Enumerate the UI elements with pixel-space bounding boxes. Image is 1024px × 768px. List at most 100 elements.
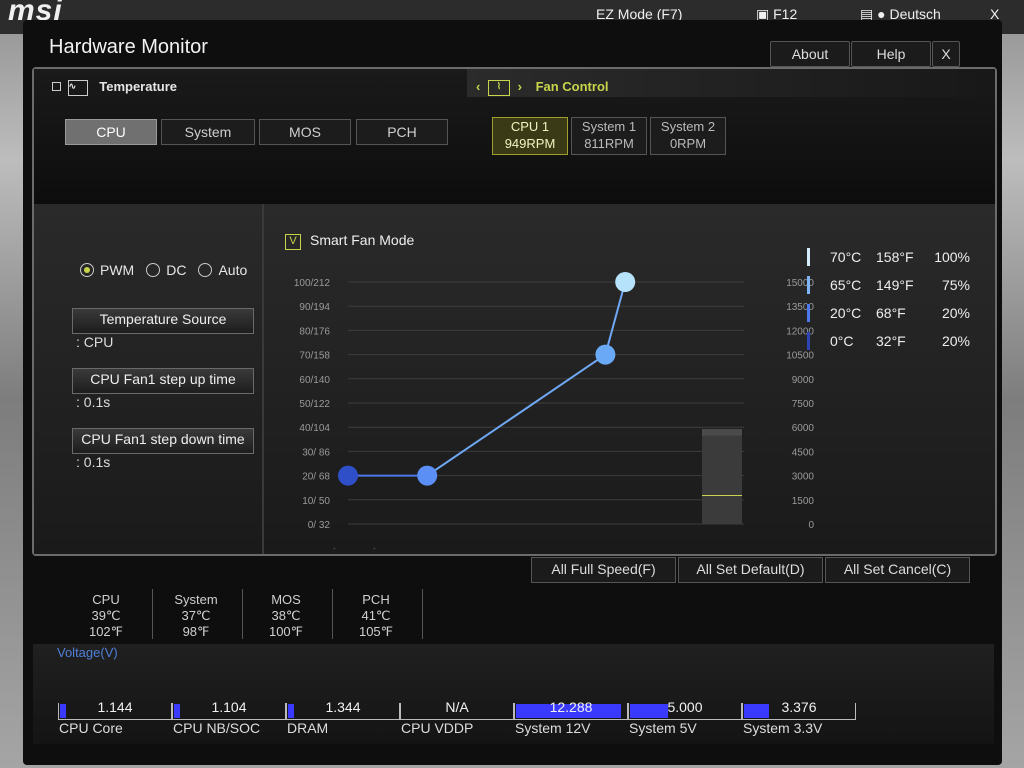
- voltage-title: Voltage(V): [57, 645, 118, 660]
- legend-row: 0°C 32°F 20%: [807, 332, 970, 350]
- legend-c: 65°C: [830, 277, 862, 293]
- fan-settings-area: PWM DC Auto Temperature Source : CPU CPU…: [34, 204, 995, 554]
- legend-f: 32°F: [876, 333, 906, 349]
- voltage-bar: 3.376: [742, 699, 856, 720]
- curve-point[interactable]: [417, 465, 438, 486]
- about-button[interactable]: About: [770, 41, 850, 67]
- legend-pct: 100%: [934, 249, 970, 265]
- tab-mos[interactable]: MOS: [259, 119, 351, 145]
- fan-tab-cpu1[interactable]: CPU 1 949RPM: [492, 117, 568, 155]
- rpm-gauge-fill: [702, 429, 742, 436]
- fan-tab-name: System 1: [581, 119, 637, 134]
- voltage-bar: 5.000: [628, 699, 742, 720]
- voltage-value: 5.000: [667, 699, 703, 715]
- window-title: Hardware Monitor: [49, 36, 208, 58]
- temp-summary-c: 37℃: [181, 608, 211, 623]
- radio-dc-label: DC: [166, 262, 187, 278]
- curve-segment: [604, 281, 627, 355]
- temp-summary-mos: MOS 38℃ 100℉: [243, 592, 329, 640]
- voltage-label: CPU Core: [59, 720, 123, 736]
- voltage-bar: 1.144: [58, 699, 172, 720]
- right-tick-label: 1500: [792, 496, 815, 507]
- temp-summary-c: 38℃: [271, 608, 301, 623]
- legend-pct: 20%: [941, 305, 970, 321]
- voltage-value: 12.288: [549, 699, 593, 715]
- left-tick-label: 0/ 32: [308, 520, 331, 531]
- axis-units: 🌡 (℃)🌡 (℉)✤ (RPM): [328, 548, 400, 549]
- all-set-cancel-button[interactable]: All Set Cancel(C): [825, 557, 970, 583]
- fan-tab-system2[interactable]: System 2 0RPM: [650, 117, 726, 155]
- hardware-monitor-window: Hardware Monitor About Help X ∿ Temperat…: [23, 20, 1002, 765]
- tab-system[interactable]: System: [161, 119, 255, 145]
- left-tick-label: 20/ 68: [302, 472, 330, 483]
- left-tick-label: 40/104: [299, 423, 330, 434]
- temp-summary-pch: PCH 41℃ 105℉: [333, 592, 419, 640]
- legend-c: 70°C: [830, 249, 862, 265]
- right-tick-label: 0: [808, 520, 814, 531]
- temperature-title: Temperature: [99, 79, 178, 94]
- curve-point[interactable]: [595, 344, 616, 365]
- legend-c: 0°C: [830, 333, 854, 349]
- legend-color-bar: [807, 304, 810, 322]
- temperature-source-value: : CPU: [76, 334, 114, 350]
- all-full-speed-button[interactable]: All Full Speed(F): [531, 557, 676, 583]
- chevron-left-icon[interactable]: ‹: [476, 79, 480, 94]
- radio-dc[interactable]: [146, 263, 161, 277]
- temp-summary-c: 41℃: [361, 608, 391, 623]
- fan-tab-rpm: 0RPM: [669, 136, 707, 151]
- fan-tab-system1[interactable]: System 1 811RPM: [571, 117, 647, 155]
- temp-summary-cpu: CPU 39℃ 102℉: [63, 592, 149, 640]
- temp-summary-label: MOS: [271, 592, 301, 607]
- fan-tab-rpm: 811RPM: [584, 136, 634, 151]
- smart-fan-checkbox[interactable]: V: [285, 234, 301, 250]
- temp-summary-f: 102℉: [88, 624, 124, 639]
- chevron-right-icon[interactable]: ›: [518, 79, 522, 94]
- separator: [422, 589, 423, 639]
- fan-curve-chart[interactable]: 100/212 90/194 80/176 70/158 60/140 50/122 40/…: [264, 249, 984, 549]
- rpm-gauge: [702, 429, 742, 524]
- voltage-value: 1.104: [211, 699, 247, 715]
- step-up-time-value: : 0.1s: [76, 394, 111, 410]
- radio-pwm-label: PWM: [100, 262, 135, 278]
- temp-summary-f: 105℉: [358, 624, 394, 639]
- left-tick-label: 80/176: [299, 326, 330, 337]
- curve-segment: [426, 353, 606, 477]
- legend-c: 20°C: [830, 305, 862, 321]
- temp-summary-f: 98℉: [182, 624, 210, 639]
- fan-tab-rpm: 949RPM: [504, 136, 556, 151]
- voltage-bar: 1.104: [172, 699, 286, 720]
- step-down-time-button[interactable]: CPU Fan1 step down time: [72, 428, 254, 454]
- all-set-default-button[interactable]: All Set Default(D): [678, 557, 823, 583]
- unit-fahrenheit: 🌡 (℉): [368, 548, 400, 549]
- legend-color-bar: [807, 276, 810, 294]
- collapse-icon[interactable]: [52, 82, 61, 91]
- tab-cpu[interactable]: CPU: [65, 119, 157, 145]
- temperature-source-button[interactable]: Temperature Source: [72, 308, 254, 334]
- voltage-value: N/A: [445, 699, 469, 715]
- legend-f: 149°F: [876, 277, 914, 293]
- step-up-time-button[interactable]: CPU Fan1 step up time: [72, 368, 254, 394]
- close-button[interactable]: X: [932, 41, 960, 67]
- legend-color-bar: [807, 332, 810, 350]
- voltage-label: CPU VDDP: [401, 720, 474, 736]
- left-axis-ticks: 100/212 90/194 80/176 70/158 60/140 50/122 40/…: [294, 278, 331, 531]
- chart-grid: [348, 281, 744, 525]
- step-down-time-value: : 0.1s: [76, 454, 111, 470]
- left-tick-label: 30/ 86: [302, 447, 330, 458]
- voltage-label: DRAM: [287, 720, 329, 736]
- voltage-bar: 12.288: [514, 699, 628, 720]
- curve-point[interactable]: [615, 272, 636, 292]
- temp-summary-c: 39℃: [91, 608, 121, 623]
- tab-pch[interactable]: PCH: [356, 119, 448, 145]
- right-tick-label: 3000: [792, 472, 815, 483]
- right-tick-label: 4500: [792, 447, 815, 458]
- right-tick-label: 6000: [792, 423, 815, 434]
- radio-pwm[interactable]: [80, 263, 94, 277]
- fan-tab-name: CPU 1: [510, 119, 550, 134]
- voltage-value: 3.376: [781, 699, 817, 715]
- radio-auto[interactable]: [198, 263, 213, 277]
- voltage-value: 1.144: [97, 699, 133, 715]
- curve-point[interactable]: [338, 465, 358, 486]
- right-tick-label: 9000: [792, 375, 815, 386]
- help-button[interactable]: Help: [851, 41, 931, 67]
